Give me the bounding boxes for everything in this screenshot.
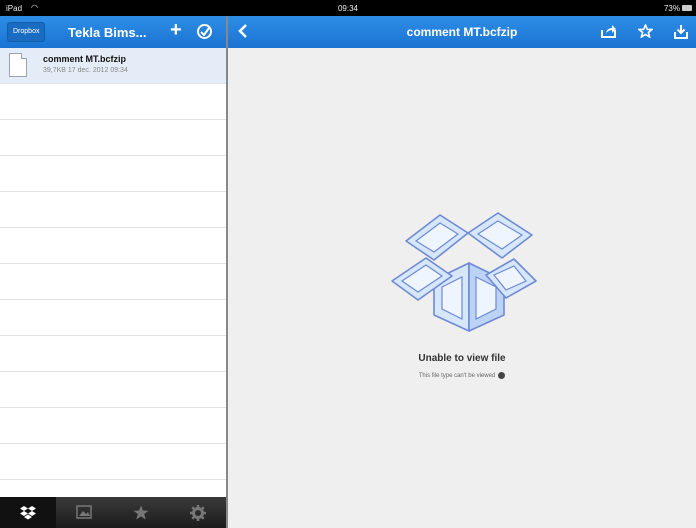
sidebar: Dropbox Tekla Bims... + comment MT.bcfzi… (0, 16, 226, 528)
info-icon[interactable] (498, 372, 506, 379)
empty-row (0, 444, 226, 480)
battery-icon (682, 5, 692, 11)
empty-row (0, 228, 226, 264)
select-button[interactable] (197, 24, 212, 39)
unable-subtitle: This file type can't be viewed (228, 372, 696, 379)
star-outline-icon[interactable] (638, 24, 653, 38)
tab-bar (0, 497, 226, 528)
open-box-icon (391, 212, 537, 332)
download-icon[interactable] (674, 24, 688, 39)
share-icon[interactable] (601, 24, 617, 38)
star-icon (133, 505, 149, 520)
unable-subtitle-text: This file type can't be viewed (418, 373, 496, 380)
sidebar-header: Dropbox Tekla Bims... + (0, 16, 226, 48)
tab-photos[interactable] (56, 497, 112, 528)
dropbox-icon (20, 506, 36, 520)
main-pane: comment MT.bcfzip Unable to view file Th… (228, 16, 696, 528)
tab-dropbox[interactable] (0, 497, 56, 528)
file-title: comment MT.bcfzip (406, 25, 518, 39)
dropbox-back-button[interactable]: Dropbox (7, 22, 46, 42)
empty-row (0, 300, 226, 336)
empty-row (0, 84, 226, 120)
file-name: comment MT.bcfzip (43, 54, 127, 64)
checkmark-icon (200, 27, 210, 36)
add-button[interactable]: + (170, 20, 182, 40)
document-icon (9, 53, 27, 77)
tab-favorites[interactable] (113, 497, 169, 528)
status-time: 09:34 (337, 4, 359, 13)
empty-row (0, 192, 226, 228)
main-header: comment MT.bcfzip (228, 16, 696, 48)
battery-percent: 73% (663, 4, 680, 13)
empty-row (0, 408, 226, 444)
photos-icon (76, 505, 92, 519)
file-meta: 39,7KB 17 dec. 2012 09:34 (43, 67, 128, 74)
empty-row (0, 120, 226, 156)
status-bar: iPad ◠ 09:34 73% (0, 0, 696, 16)
gear-icon (190, 505, 206, 521)
tab-settings[interactable] (170, 497, 226, 528)
file-row[interactable]: comment MT.bcfzip 39,7KB 17 dec. 2012 09… (0, 48, 226, 84)
unable-title: Unable to view file (418, 353, 506, 364)
file-list: comment MT.bcfzip 39,7KB 17 dec. 2012 09… (0, 48, 226, 516)
empty-row (0, 264, 226, 300)
empty-row (0, 336, 226, 372)
sidebar-title: Tekla Bims... (68, 25, 147, 40)
empty-row (0, 372, 226, 408)
empty-row (0, 156, 226, 192)
